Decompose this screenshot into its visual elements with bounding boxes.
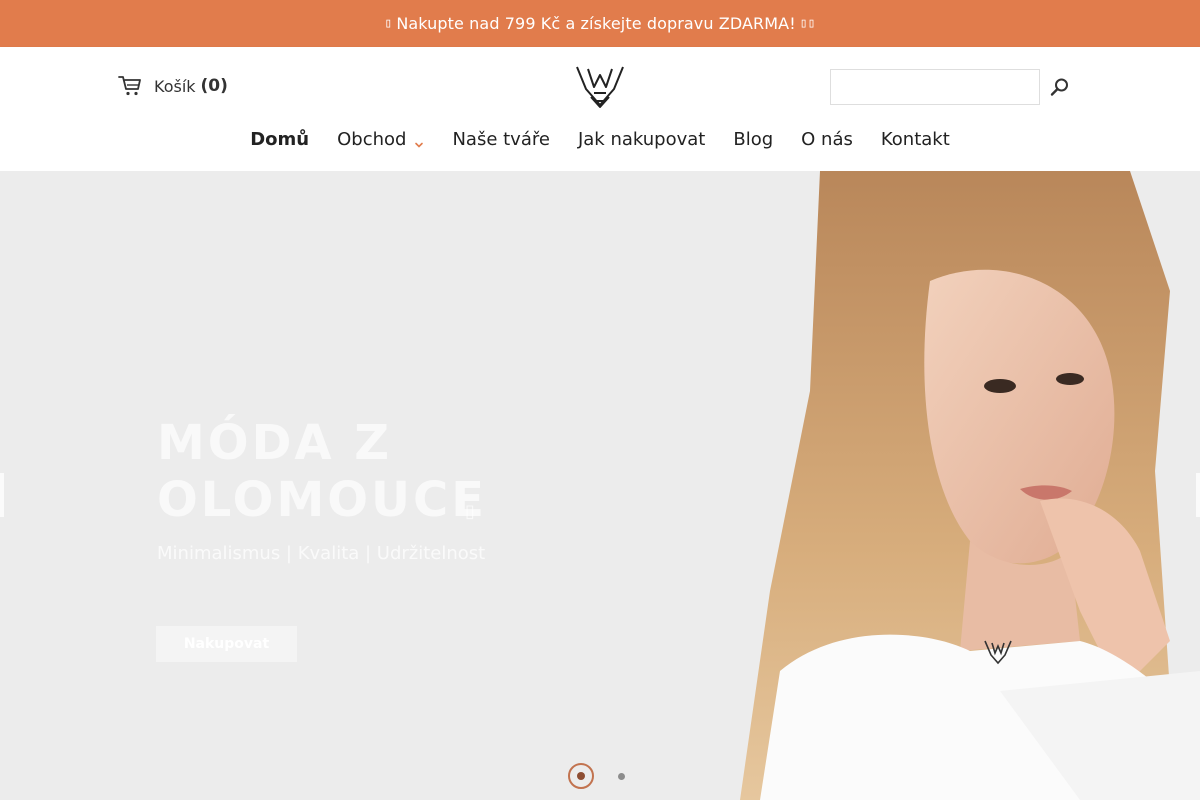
brand-logo[interactable] xyxy=(574,65,626,109)
promo-text: Nakupte nad 799 Kč a získejte dopravu ZD… xyxy=(396,14,796,33)
hero-title-glyph: ▯ xyxy=(465,501,475,522)
nav-item-shop[interactable]: Obchod xyxy=(337,125,424,153)
nav-item-home[interactable]: Domů xyxy=(250,125,309,153)
nav-item-label: Domů xyxy=(250,128,310,150)
hero-model-photo xyxy=(700,171,1200,800)
chevron-down-icon xyxy=(414,134,424,148)
nav-item-how-to-buy[interactable]: Jak nakupovat xyxy=(578,125,705,153)
main-nav: Domů Obchod Naše tváře Jak nakupovat Blo… xyxy=(0,125,1200,153)
hero-slider: MÓDA Z OLOMOUCE ▯ Minimalismus | Kvalita… xyxy=(0,171,1200,800)
nav-item-label: O nás xyxy=(801,128,853,150)
hero-title: MÓDA Z OLOMOUCE xyxy=(157,415,517,529)
nav-item-label: Blog xyxy=(733,128,774,150)
nav-item-label: Naše tváře xyxy=(452,128,550,150)
promo-trail-glyph: ▯▯ xyxy=(799,16,816,31)
cart-label: Košík xyxy=(154,76,196,96)
nav-item-contact[interactable]: Kontakt xyxy=(881,125,950,153)
slider-next-arrow[interactable] xyxy=(1196,473,1200,517)
slider-prev-arrow[interactable] xyxy=(0,473,4,517)
hero-title-line2: OLOMOUCE xyxy=(157,472,488,528)
nav-item-label: Obchod xyxy=(337,128,407,150)
shop-now-button[interactable]: Nakupovat xyxy=(156,626,297,662)
slider-dot-1[interactable] xyxy=(568,763,594,789)
search-icon[interactable] xyxy=(1048,75,1072,99)
nav-item-label: Jak nakupovat xyxy=(577,128,706,150)
nav-item-our-faces[interactable]: Naše tváře xyxy=(452,125,550,153)
slider-pagination xyxy=(568,763,625,789)
hero-title-line1: MÓDA Z xyxy=(157,415,393,471)
shop-now-label: Nakupovat xyxy=(183,636,270,652)
promo-bar: ▯ Nakupte nad 799 Kč a získejte dopravu … xyxy=(0,0,1200,47)
slider-dot-2[interactable] xyxy=(618,772,625,780)
search-input[interactable] xyxy=(830,69,1040,105)
nav-item-label: Kontakt xyxy=(880,128,950,150)
promo-lead-glyph: ▯ xyxy=(384,16,393,31)
nav-item-blog[interactable]: Blog xyxy=(733,125,773,153)
nav-item-about[interactable]: O nás xyxy=(801,125,853,153)
cart-link[interactable]: Košík (0) xyxy=(118,75,228,97)
site-header: Košík (0) Domů Obchod Naše tváře Jak nak… xyxy=(0,47,1200,171)
cart-icon xyxy=(118,75,142,97)
cart-count: (0) xyxy=(200,76,228,96)
hero-subtitle: Minimalismus | Kvalita | Udržitelnost xyxy=(157,543,486,564)
